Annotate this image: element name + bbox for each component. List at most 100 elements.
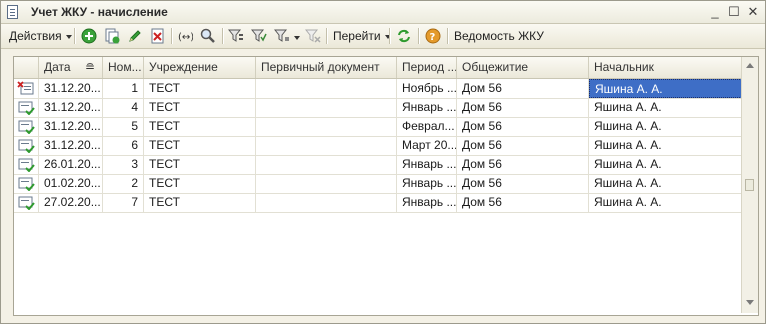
clear-filter-icon[interactable] bbox=[305, 28, 321, 44]
scroll-thumb[interactable] bbox=[745, 179, 754, 191]
cell-organization[interactable]: ТЕСТ bbox=[144, 136, 256, 155]
cell-status bbox=[14, 193, 39, 212]
cell-organization[interactable]: ТЕСТ bbox=[144, 193, 256, 212]
cell-status bbox=[14, 117, 39, 136]
table-row[interactable]: 27.02.20... 7 ТЕСТ Январь ... Дом 56 Яшина А.… bbox=[14, 193, 742, 213]
cell-dormitory[interactable]: Дом 56 bbox=[457, 136, 589, 155]
cell-date[interactable]: 01.02.20... bbox=[39, 174, 103, 193]
mark-delete-icon[interactable] bbox=[150, 28, 166, 44]
chevron-down-icon[interactable] bbox=[294, 36, 300, 40]
cell-primary-document[interactable] bbox=[256, 136, 397, 155]
cell-primary-document[interactable] bbox=[256, 155, 397, 174]
table-row[interactable]: 31.12.20... 4 ТЕСТ Январь ... Дом 56 Яшина А.… bbox=[14, 98, 742, 118]
cell-number[interactable]: 6 bbox=[103, 136, 144, 155]
documents-table[interactable]: Дата ≘ Ном... Учреждение Первичный докум… bbox=[13, 56, 759, 316]
filter-icon[interactable] bbox=[228, 28, 244, 44]
cell-organization[interactable]: ТЕСТ bbox=[144, 155, 256, 174]
posted-document-icon bbox=[18, 120, 35, 134]
edit-icon[interactable] bbox=[127, 28, 143, 44]
cell-primary-document[interactable] bbox=[256, 174, 397, 193]
cell-number[interactable]: 4 bbox=[103, 98, 144, 117]
cell-dormitory[interactable]: Дом 56 bbox=[457, 193, 589, 212]
header-period[interactable]: Период ... bbox=[397, 57, 457, 78]
maximize-button[interactable]: ☐ bbox=[726, 4, 742, 20]
cell-period[interactable]: Январь ... bbox=[397, 193, 457, 212]
cell-status bbox=[14, 98, 39, 117]
cell-date[interactable]: 31.12.20... bbox=[39, 79, 103, 98]
cell-primary-document[interactable] bbox=[256, 98, 397, 117]
cell-number[interactable]: 2 bbox=[103, 174, 144, 193]
header-dormitory[interactable]: Общежитие bbox=[457, 57, 589, 78]
toolbar-separator bbox=[418, 28, 420, 44]
cell-organization[interactable]: ТЕСТ bbox=[144, 98, 256, 117]
toolbar-separator bbox=[74, 28, 76, 44]
cell-head[interactable]: Яшина А. А. bbox=[589, 174, 742, 193]
copy-icon[interactable] bbox=[104, 28, 120, 44]
report-button[interactable]: Ведомость ЖКУ bbox=[454, 26, 544, 46]
table-row[interactable]: 31.12.20... 5 ТЕСТ Феврал... Дом 56 Яшина А. … bbox=[14, 117, 742, 137]
header-number[interactable]: Ном... bbox=[103, 57, 144, 78]
deleted-document-icon bbox=[17, 81, 34, 95]
vertical-scrollbar[interactable] bbox=[741, 57, 758, 313]
cell-head[interactable]: Яшина А. А. bbox=[589, 98, 742, 117]
cell-period[interactable]: Феврал... bbox=[397, 117, 457, 136]
cell-date[interactable]: 31.12.20... bbox=[39, 117, 103, 136]
cell-date[interactable]: 31.12.20... bbox=[39, 136, 103, 155]
cell-number[interactable]: 1 bbox=[103, 79, 144, 98]
scroll-up-icon[interactable] bbox=[746, 63, 754, 68]
table-row[interactable]: 26.01.20... 3 ТЕСТ Январь ... Дом 56 Яшина А.… bbox=[14, 155, 742, 175]
posted-document-icon bbox=[18, 177, 35, 191]
svg-text:?: ? bbox=[430, 32, 436, 43]
search-icon[interactable] bbox=[200, 28, 216, 44]
cell-dormitory[interactable]: Дом 56 bbox=[457, 155, 589, 174]
actions-menu-button[interactable]: Действия bbox=[9, 26, 72, 46]
cell-date[interactable]: 27.02.20... bbox=[39, 193, 103, 212]
cell-period[interactable]: Январь ... bbox=[397, 98, 457, 117]
cell-dormitory[interactable]: Дом 56 bbox=[457, 117, 589, 136]
cell-dormitory[interactable]: Дом 56 bbox=[457, 174, 589, 193]
toolbar-separator bbox=[171, 28, 173, 44]
cell-dormitory[interactable]: Дом 56 bbox=[457, 79, 589, 98]
toolbar-separator bbox=[447, 28, 449, 44]
cell-organization[interactable]: ТЕСТ bbox=[144, 174, 256, 193]
header-organization[interactable]: Учреждение bbox=[144, 57, 256, 78]
table-row[interactable]: 31.12.20... 1 ТЕСТ Ноябрь ... Дом 56 Яшина А.… bbox=[14, 79, 742, 99]
range-icon[interactable]: (↔) bbox=[177, 28, 193, 44]
cell-head[interactable]: Яшина А. А. bbox=[589, 79, 742, 98]
table-row[interactable]: 31.12.20... 6 ТЕСТ Март 20... Дом 56 Яшина А.… bbox=[14, 136, 742, 156]
cell-dormitory[interactable]: Дом 56 bbox=[457, 98, 589, 117]
header-primary-document[interactable]: Первичный документ bbox=[256, 57, 397, 78]
chevron-down-icon bbox=[65, 34, 72, 39]
cell-number[interactable]: 7 bbox=[103, 193, 144, 212]
cell-organization[interactable]: ТЕСТ bbox=[144, 79, 256, 98]
cell-head[interactable]: Яшина А. А. bbox=[589, 136, 742, 155]
cell-organization[interactable]: ТЕСТ bbox=[144, 117, 256, 136]
title-bar: Учет ЖКУ - начисление _ ☐ ✕ bbox=[1, 1, 765, 24]
table-row[interactable]: 01.02.20... 2 ТЕСТ Январь ... Дом 56 Яшина А.… bbox=[14, 174, 742, 194]
cell-primary-document[interactable] bbox=[256, 79, 397, 98]
cell-number[interactable]: 3 bbox=[103, 155, 144, 174]
cell-period[interactable]: Ноябрь ... bbox=[397, 79, 457, 98]
cell-period[interactable]: Январь ... bbox=[397, 174, 457, 193]
cell-head[interactable]: Яшина А. А. bbox=[589, 155, 742, 174]
refresh-icon[interactable] bbox=[396, 28, 412, 44]
header-head[interactable]: Начальник bbox=[589, 57, 742, 78]
cell-head[interactable]: Яшина А. А. bbox=[589, 117, 742, 136]
scroll-down-icon[interactable] bbox=[746, 300, 754, 305]
cell-period[interactable]: Январь ... bbox=[397, 155, 457, 174]
goto-menu-button[interactable]: Перейти bbox=[333, 26, 391, 46]
cell-head[interactable]: Яшина А. А. bbox=[589, 193, 742, 212]
cell-primary-document[interactable] bbox=[256, 117, 397, 136]
header-date[interactable]: Дата ≘ bbox=[39, 57, 103, 78]
cell-primary-document[interactable] bbox=[256, 193, 397, 212]
filter-by-value-icon[interactable] bbox=[251, 28, 267, 44]
minimize-button[interactable]: _ bbox=[707, 4, 723, 20]
cell-date[interactable]: 26.01.20... bbox=[39, 155, 103, 174]
cell-period[interactable]: Март 20... bbox=[397, 136, 457, 155]
close-button[interactable]: ✕ bbox=[745, 4, 761, 20]
cell-date[interactable]: 31.12.20... bbox=[39, 98, 103, 117]
help-icon[interactable]: ? bbox=[425, 28, 441, 44]
filter-history-icon[interactable] bbox=[274, 28, 290, 44]
cell-number[interactable]: 5 bbox=[103, 117, 144, 136]
add-icon[interactable] bbox=[81, 28, 97, 44]
